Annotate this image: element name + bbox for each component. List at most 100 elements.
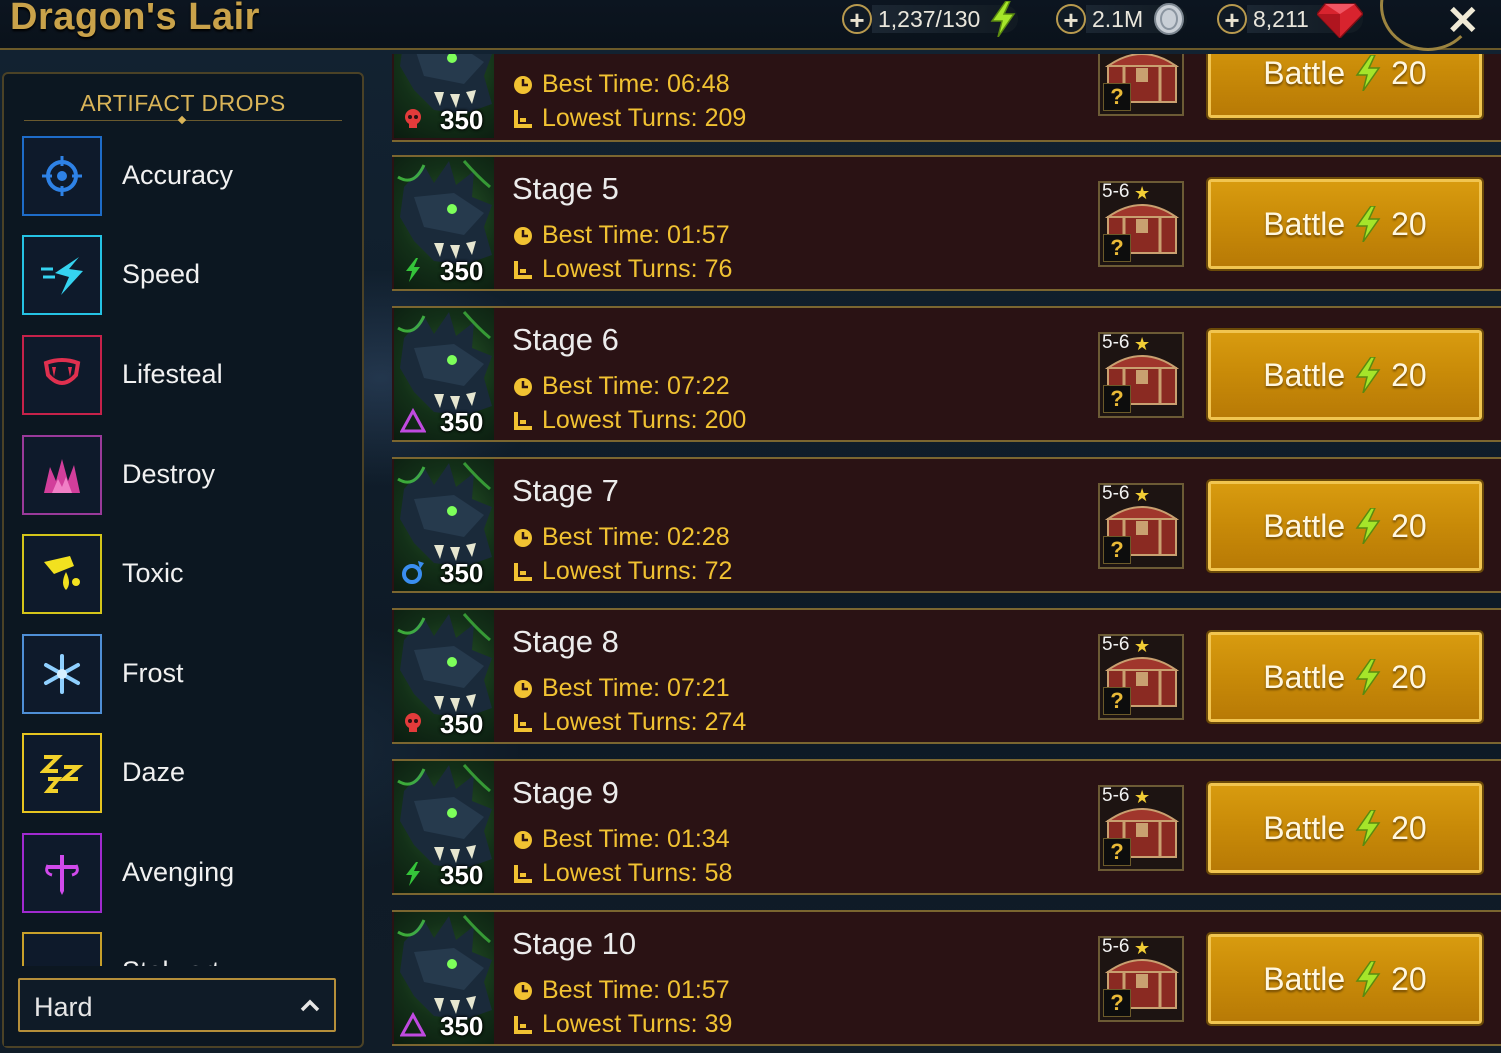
artifact-drop-lifesteal[interactable]: Lifesteal — [22, 335, 342, 415]
artifact-drop-destroy[interactable]: Destroy — [22, 435, 342, 515]
energy-bolt-icon — [990, 1, 1016, 37]
lowest-turns: Lowest Turns: 274 — [512, 708, 746, 737]
energy-cost: 20 — [1391, 960, 1427, 997]
reward-chest[interactable]: 5-6 ★? — [1098, 936, 1184, 1022]
battle-button[interactable]: Battle 20 — [1206, 479, 1484, 573]
reward-rank: 5-6 — [1102, 785, 1130, 806]
boss-portrait: 350 — [394, 308, 494, 440]
best-time: Best Time: 07:21 — [512, 674, 730, 703]
energy-cost: 20 — [1391, 356, 1427, 393]
star-icon: ★ — [1134, 485, 1151, 505]
fangs-icon — [43, 358, 81, 385]
energy-bolt-icon — [1355, 206, 1381, 242]
battle-button[interactable]: Battle 20 — [1206, 630, 1484, 724]
turns-icon — [514, 109, 532, 128]
reward-chest[interactable]: 5-6 ★? — [1098, 634, 1184, 720]
artifact-drop-label: Lifesteal — [122, 359, 223, 389]
unknown-reward-icon: ? — [1103, 83, 1131, 111]
artifact-drop-avenging[interactable]: Avenging — [22, 833, 342, 913]
boss-portrait: 350 — [394, 610, 494, 742]
reward-rank: 5-6 — [1102, 936, 1130, 957]
battle-button[interactable]: Battle 20 — [1206, 781, 1484, 875]
enemy-power: 350 — [440, 1011, 484, 1041]
add-gems-button[interactable]: + — [1217, 4, 1247, 34]
artifact-drop-accuracy[interactable]: Accuracy — [22, 136, 342, 216]
energy-bolt-icon — [1355, 961, 1381, 997]
magic-affinity-icon — [402, 561, 424, 584]
lowest-turns: Lowest Turns: 209 — [512, 104, 746, 133]
artifact-drop-label: Accuracy — [122, 160, 234, 190]
artifact-drop-daze[interactable]: Daze — [22, 733, 342, 813]
spirit-affinity-icon — [406, 862, 420, 886]
stage-name: Stage 6 — [512, 322, 619, 357]
boss-portrait: 350 — [394, 912, 494, 1044]
void-affinity-icon — [400, 1012, 426, 1037]
energy-cost: 20 — [1391, 54, 1427, 91]
stage-row: 350 Best Time: 06:48 Lowest Turns: 209? Bat… — [392, 54, 1501, 142]
artifact-drop-toxic[interactable]: Toxic — [22, 534, 342, 614]
lowest-turns-text: Lowest Turns: 274 — [542, 708, 747, 736]
lowest-turns: Lowest Turns: 72 — [512, 557, 732, 586]
best-time-text: Best Time: 01:57 — [542, 221, 730, 249]
silver-coin-icon — [1154, 3, 1185, 35]
energy-bolt-icon — [1355, 357, 1381, 393]
battle-label: Battle — [1263, 658, 1346, 695]
energy-value: 1,237/130 — [878, 5, 981, 32]
unknown-reward-icon: ? — [1103, 989, 1131, 1017]
energy-cost: 20 — [1391, 507, 1427, 544]
unknown-reward-icon: ? — [1103, 687, 1131, 715]
battle-button[interactable]: Battle 20 — [1206, 932, 1484, 1026]
battle-label: Battle — [1263, 809, 1346, 846]
stage-row: 350 Stage 9 Best Time: 01:34 Lowest Turns: … — [392, 759, 1501, 895]
energy-cost: 20 — [1391, 205, 1427, 242]
reward-chest[interactable]: 5-6 ★? — [1098, 785, 1184, 871]
artifact-drop-label: Destroy — [122, 459, 216, 489]
clock-icon — [514, 226, 532, 245]
lowest-turns: Lowest Turns: 200 — [512, 406, 746, 435]
battle-label: Battle — [1263, 507, 1346, 544]
divider-ornament — [177, 115, 187, 125]
best-time: Best Time: 01:57 — [512, 221, 730, 250]
battle-button[interactable]: Battle 20 — [1206, 328, 1484, 422]
reward-chest[interactable]: 5-6 ★? — [1098, 332, 1184, 418]
best-time-text: Best Time: 07:21 — [542, 674, 730, 702]
artifact-drop-speed[interactable]: Speed — [22, 235, 342, 315]
add-energy-button[interactable]: + — [842, 4, 872, 34]
battle-label: Battle — [1263, 960, 1346, 997]
artifact-drop-frost[interactable]: Frost — [22, 634, 342, 714]
battle-label: Battle — [1263, 205, 1346, 242]
reward-chest[interactable]: 5-6 ★? — [1098, 181, 1184, 267]
turns-icon — [514, 260, 532, 279]
clock-icon — [514, 679, 532, 698]
lifesteal-box — [22, 335, 102, 415]
unknown-reward-icon: ? — [1103, 536, 1131, 564]
star-icon: ★ — [1134, 334, 1151, 354]
top-bar: Dragon's Lair + 1,237/130 + 2.1M + 8,211 — [0, 0, 1501, 51]
lowest-turns: Lowest Turns: 58 — [512, 859, 732, 888]
silver-value: 2.1M — [1092, 5, 1144, 32]
artifact-drop-label: Avenging — [122, 857, 235, 887]
reward-chest[interactable]: ? — [1098, 54, 1184, 116]
ruby-gem-icon — [1316, 3, 1363, 38]
force-affinity-icon — [405, 713, 421, 732]
energy-bolt-icon — [1355, 810, 1381, 846]
frost-box — [22, 634, 102, 714]
reward-chest[interactable]: 5-6 ★? — [1098, 483, 1184, 569]
star-icon: ★ — [1134, 183, 1151, 203]
lowest-turns-text: Lowest Turns: 39 — [542, 1010, 733, 1038]
close-button[interactable]: ✕ — [1446, 0, 1480, 44]
artifact-drop-label: Speed — [122, 259, 201, 289]
battle-button[interactable]: Battle 20 — [1206, 177, 1484, 271]
star-icon: ★ — [1134, 938, 1151, 958]
boss-portrait: 350 — [394, 459, 494, 591]
clock-icon — [514, 830, 532, 849]
difficulty-select[interactable]: Hard — [18, 978, 336, 1032]
page-title: Dragon's Lair — [10, 0, 260, 38]
add-silver-button[interactable]: + — [1056, 4, 1086, 34]
battle-button[interactable]: Battle 20 — [1206, 54, 1484, 120]
daze-box — [22, 733, 102, 813]
artifact-drops-title: ARTIFACT DROPS — [80, 90, 286, 116]
stage-name: Stage 7 — [512, 473, 619, 508]
unknown-reward-icon: ? — [1103, 234, 1131, 262]
destroy-box — [22, 435, 102, 515]
